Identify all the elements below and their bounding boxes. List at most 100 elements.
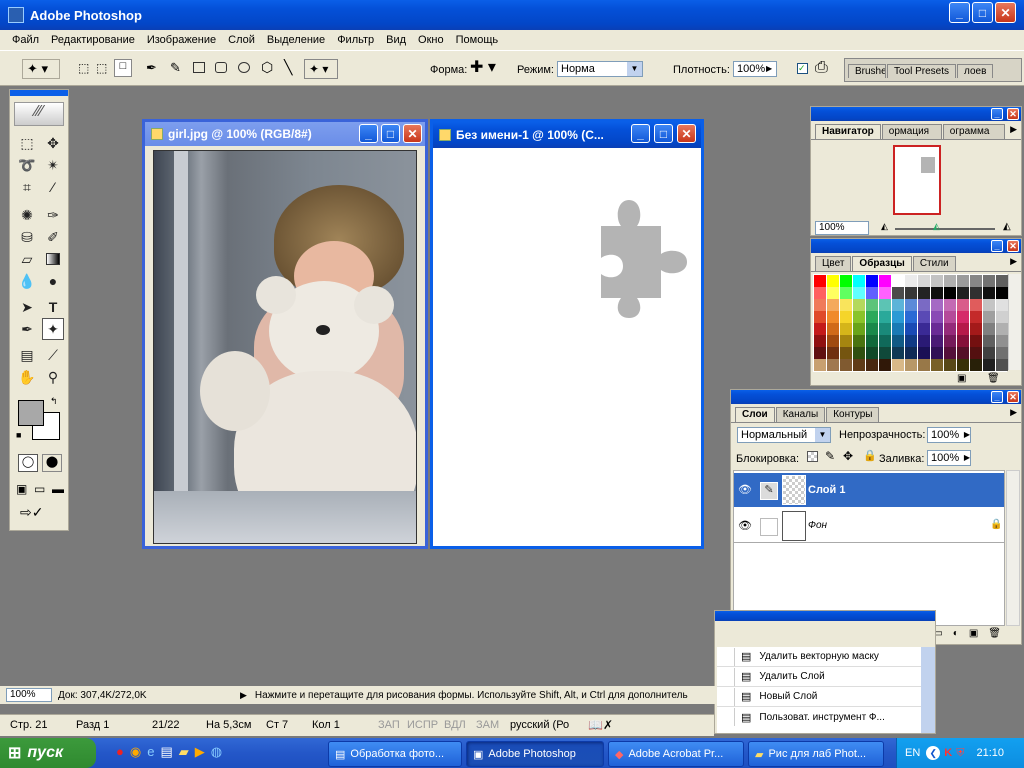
color-swatch[interactable]: [853, 347, 865, 359]
tab-info[interactable]: ормация: [881, 124, 942, 139]
tab-paths[interactable]: Контуры: [826, 407, 880, 422]
brush-link-icon[interactable]: ✎: [760, 482, 778, 500]
color-swatch[interactable]: [931, 299, 943, 311]
eyedropper-icon[interactable]: ⟋: [42, 344, 64, 366]
color-swatch[interactable]: [983, 335, 995, 347]
color-swatch[interactable]: [892, 347, 904, 359]
color-swatch[interactable]: [996, 323, 1008, 335]
history-snapshot-slot[interactable]: [717, 667, 735, 686]
color-swatch[interactable]: [840, 335, 852, 347]
swatches-scrollbar[interactable]: [1008, 274, 1021, 370]
document-title-bar-untitled[interactable]: Без имени-1 @ 100% (C... _ □ ✕: [433, 122, 701, 148]
eraser-icon[interactable]: ▱: [16, 248, 38, 270]
color-swatch[interactable]: [944, 323, 956, 335]
color-swatch[interactable]: [879, 335, 891, 347]
history-title-bar[interactable]: [715, 611, 935, 621]
history-snapshot-slot[interactable]: [717, 708, 735, 726]
color-swatch[interactable]: [983, 275, 995, 287]
doc2-maximize-button[interactable]: □: [654, 124, 673, 143]
color-swatch[interactable]: [983, 287, 995, 299]
taskbar-item-acrobat[interactable]: ◆ Adobe Acrobat Pr...: [608, 741, 744, 767]
security-shield-icon[interactable]: ⛨: [956, 747, 964, 760]
color-swatch[interactable]: [853, 299, 865, 311]
doc1-maximize-button[interactable]: □: [381, 124, 400, 143]
color-swatch[interactable]: [905, 335, 917, 347]
menu-view[interactable]: Вид: [386, 34, 406, 46]
blend-mode-select[interactable]: Нормальный ▼: [737, 427, 831, 443]
color-swatch[interactable]: [853, 335, 865, 347]
color-swatch[interactable]: [944, 311, 956, 323]
color-swatch[interactable]: [905, 287, 917, 299]
color-swatch[interactable]: [866, 275, 878, 287]
swatches-minimize-button[interactable]: _: [991, 240, 1003, 252]
color-swatch[interactable]: [918, 287, 930, 299]
color-swatch[interactable]: [983, 311, 995, 323]
status-doc-size[interactable]: Док: 307,4K/272,0K: [58, 690, 240, 701]
color-swatch[interactable]: [918, 275, 930, 287]
color-swatch[interactable]: [944, 299, 956, 311]
doc1-minimize-button[interactable]: _: [359, 124, 378, 143]
well-tab-tool-presets[interactable]: Tool Presets: [887, 64, 957, 78]
color-swatch[interactable]: [983, 299, 995, 311]
color-swatch[interactable]: [827, 347, 839, 359]
mode-select[interactable]: Норма ▼: [557, 61, 643, 77]
color-swatch[interactable]: [892, 359, 904, 371]
layers-scrollbar[interactable]: [1006, 470, 1020, 626]
menu-filter[interactable]: Фильтр: [337, 34, 374, 46]
dodge-icon[interactable]: ●: [42, 270, 64, 292]
color-swatch[interactable]: [996, 359, 1008, 371]
menu-help[interactable]: Помощь: [456, 34, 499, 46]
color-swatch[interactable]: [918, 359, 930, 371]
color-swatch[interactable]: [931, 311, 943, 323]
layers-close-button[interactable]: ✕: [1007, 391, 1019, 403]
color-swatch[interactable]: [905, 347, 917, 359]
panel-menu-icon[interactable]: ▶: [1010, 124, 1017, 139]
history-scrollbar[interactable]: [921, 647, 935, 733]
notes-icon[interactable]: ▤: [16, 344, 38, 366]
minimize-button[interactable]: _: [949, 2, 970, 23]
color-swatch[interactable]: [970, 359, 982, 371]
panel-menu-icon[interactable]: ▶: [1010, 256, 1017, 271]
fill-input[interactable]: 100% ▶: [927, 450, 971, 466]
color-swatch[interactable]: [905, 311, 917, 323]
color-swatch[interactable]: [892, 335, 904, 347]
color-swatch[interactable]: [853, 287, 865, 299]
color-swatch[interactable]: [814, 359, 826, 371]
tab-navigator[interactable]: Навигатор: [815, 124, 881, 139]
color-swatch[interactable]: [892, 275, 904, 287]
color-swatch[interactable]: [957, 275, 969, 287]
screen-mode-full-icon[interactable]: ▬: [52, 482, 64, 496]
freeform-pen-icon[interactable]: ✎: [170, 60, 181, 76]
color-swatch[interactable]: [866, 311, 878, 323]
doc2-minimize-button[interactable]: _: [631, 124, 650, 143]
color-swatch[interactable]: [957, 299, 969, 311]
color-swatch[interactable]: [957, 287, 969, 299]
color-swatch[interactable]: [970, 275, 982, 287]
layers-minimize-button[interactable]: _: [991, 391, 1003, 403]
color-swatch[interactable]: [918, 323, 930, 335]
adjustment-layer-icon[interactable]: ◐: [953, 628, 959, 644]
tab-layers[interactable]: Слои: [735, 407, 775, 422]
color-swatch[interactable]: [892, 311, 904, 323]
color-swatch[interactable]: [827, 359, 839, 371]
color-swatch[interactable]: [905, 359, 917, 371]
antialias-checkbox[interactable]: ✓: [797, 63, 808, 74]
layer-row-1[interactable]: 👁 ✎ Слой 1: [734, 473, 1004, 507]
color-swatch[interactable]: [970, 335, 982, 347]
custom-shape-tool-icon[interactable]: ✦: [42, 318, 64, 340]
move-icon[interactable]: ✥: [42, 132, 64, 154]
taskbar-item-folder[interactable]: ▰ Рис для лаб Phot...: [748, 741, 884, 767]
color-swatch[interactable]: [879, 287, 891, 299]
maximize-button[interactable]: □: [972, 2, 993, 23]
color-swatch[interactable]: [970, 323, 982, 335]
custom-shape-tool-preset[interactable]: ✦ ▾: [22, 59, 60, 79]
color-swatch[interactable]: [996, 347, 1008, 359]
color-swatch[interactable]: [983, 359, 995, 371]
toolbox-header[interactable]: [10, 90, 68, 96]
menu-window[interactable]: Окно: [418, 34, 444, 46]
color-swatch[interactable]: [866, 335, 878, 347]
word-extend[interactable]: ВДЛ: [444, 716, 466, 734]
history-brush-icon[interactable]: ✐: [42, 226, 64, 248]
new-layer-icon[interactable]: ▣: [969, 628, 978, 644]
color-swatch[interactable]: [944, 347, 956, 359]
